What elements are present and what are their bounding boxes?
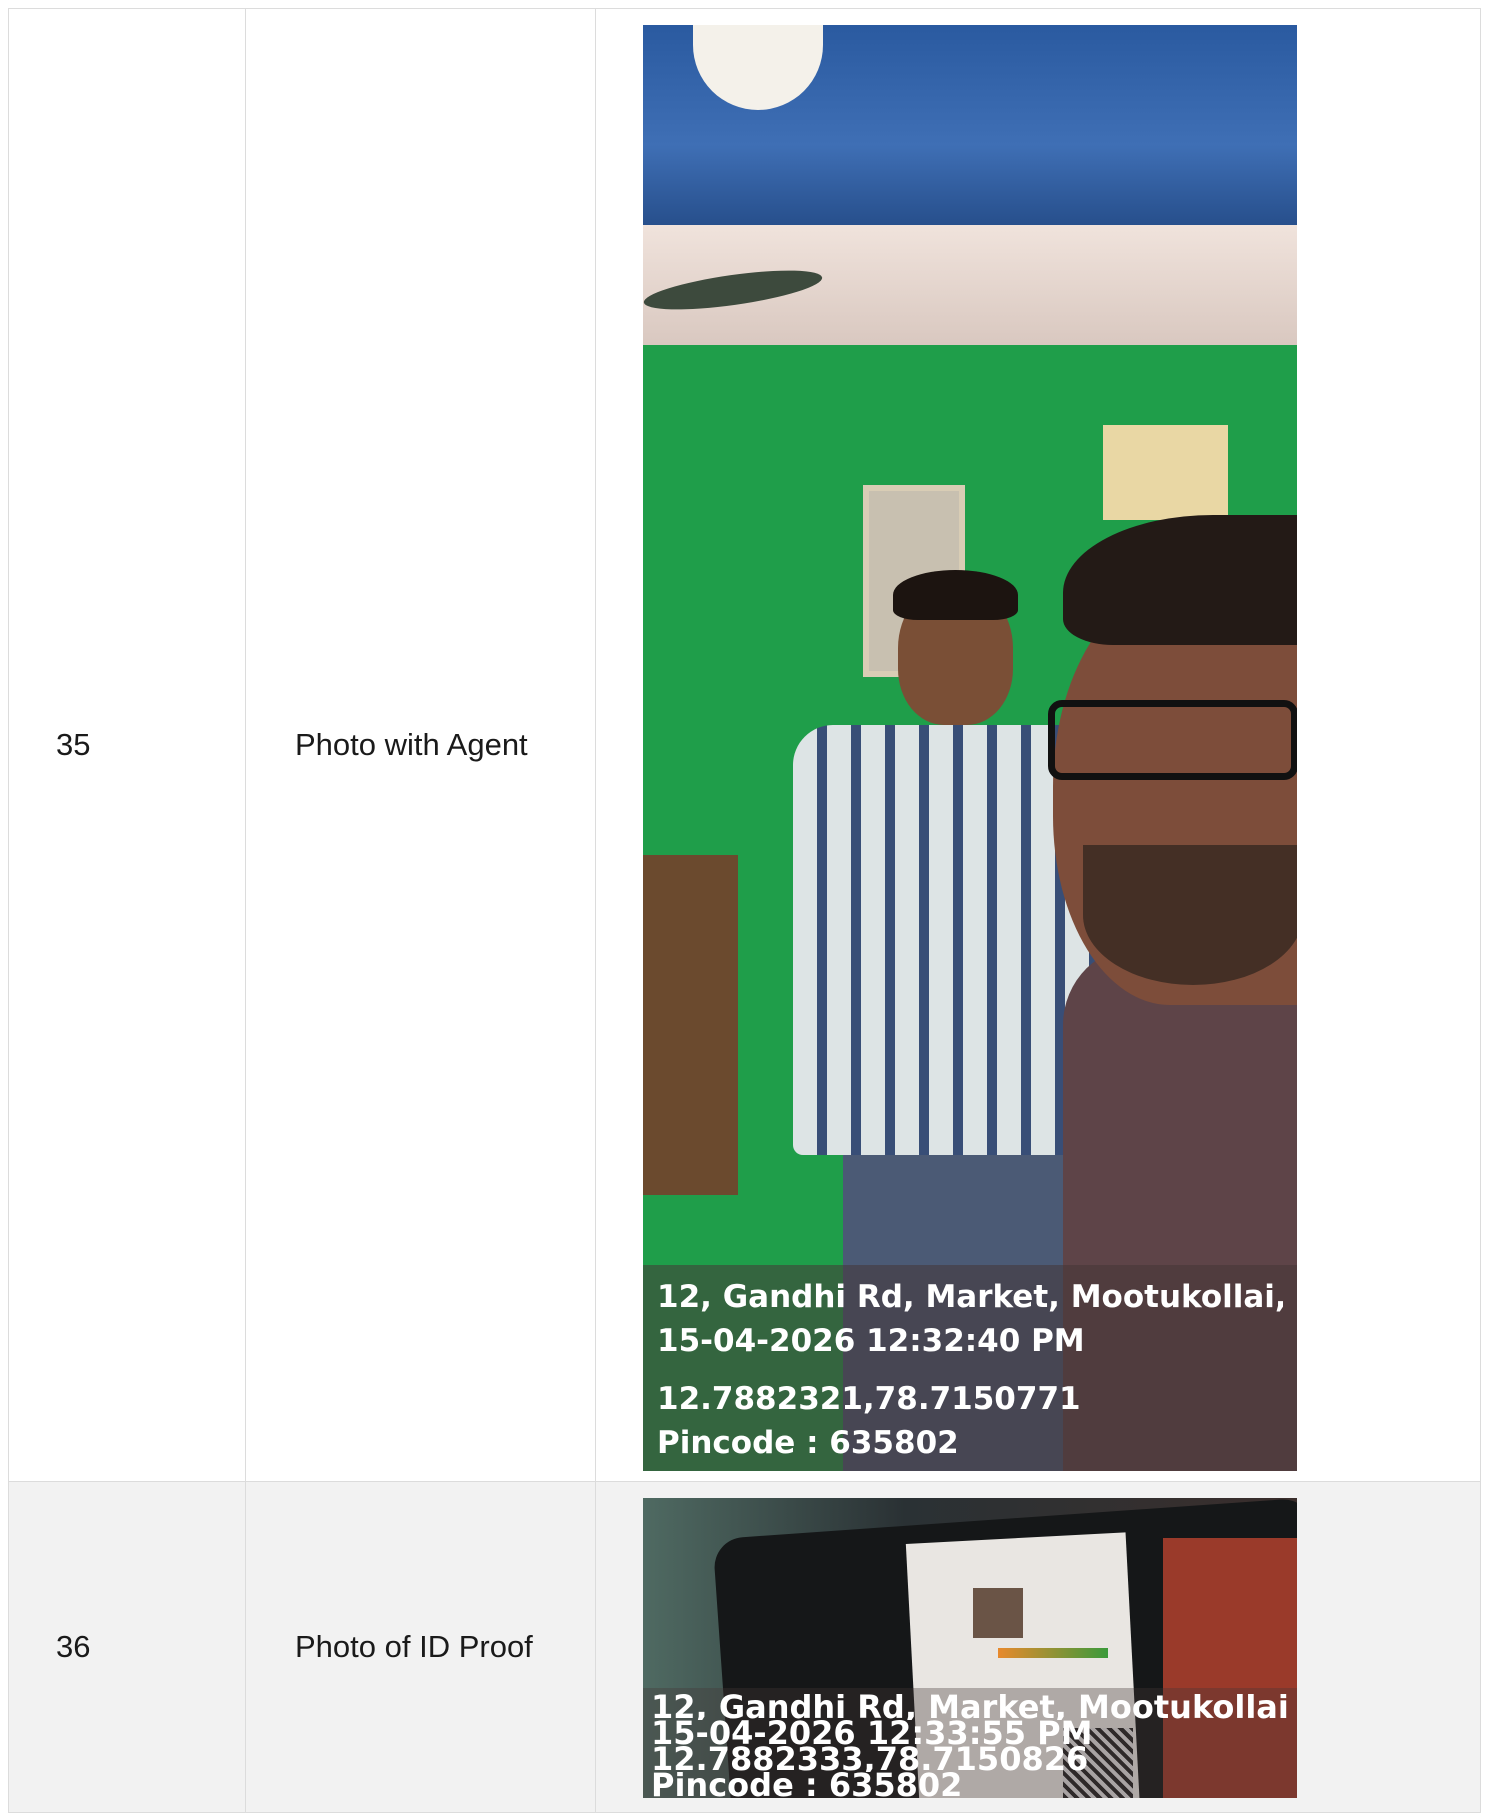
poster-shape	[1103, 425, 1228, 520]
row-label: Photo with Agent	[246, 9, 596, 1481]
geotag-address: 12, Gandhi Rd, Market, Mootukollai, Ambu…	[651, 1694, 1289, 1720]
beard-shape	[1083, 845, 1297, 985]
geotag-coordinates: 12.7882321,78.7150771	[657, 1381, 1081, 1417]
photo-geotag-overlay: 12, Gandhi Rd, Market, Mootukollai, Ambu…	[643, 1688, 1297, 1798]
geotag-pincode: Pincode : 635802	[657, 1425, 959, 1461]
row-number: 35	[9, 9, 246, 1481]
geotag-coordinates: 12.7882333,78.7150826	[651, 1746, 1089, 1772]
geotag-pincode: Pincode : 635802	[651, 1772, 963, 1798]
shelf-shape	[643, 855, 738, 1195]
standing-man-hair-shape	[893, 570, 1018, 620]
geotag-address: 12, Gandhi Rd, Market, Mootukollai, Ambu…	[657, 1279, 1283, 1315]
table-row: 35 Photo with Agent 12, Gandhi Rd, Marke…	[9, 9, 1481, 1482]
glasses-shape	[1048, 700, 1297, 780]
row-label: Photo of ID Proof	[246, 1482, 596, 1812]
geotag-datetime: 15-04-2026 12:33:55 PM	[651, 1720, 1093, 1746]
id-card-stripe-shape	[998, 1648, 1108, 1658]
id-proof-photo[interactable]: 12, Gandhi Rd, Market, Mootukollai, Ambu…	[643, 1498, 1297, 1798]
photo-cell: 12, Gandhi Rd, Market, Mootukollai, Ambu…	[596, 9, 1481, 1481]
agent-photo[interactable]: 12, Gandhi Rd, Market, Mootukollai, Ambu…	[643, 25, 1297, 1471]
geotag-datetime: 15-04-2026 12:32:40 PM	[657, 1323, 1085, 1359]
photo-geotag-overlay: 12, Gandhi Rd, Market, Mootukollai, Ambu…	[643, 1265, 1297, 1471]
attachments-table: 35 Photo with Agent 12, Gandhi Rd, Marke…	[8, 8, 1481, 1813]
row-number: 36	[9, 1482, 246, 1812]
photo-cell: 12, Gandhi Rd, Market, Mootukollai, Ambu…	[596, 1482, 1481, 1812]
table-row: 36 Photo of ID Proof 12, Gandhi Rd, Mark…	[9, 1482, 1481, 1813]
id-card-photo-shape	[973, 1588, 1023, 1638]
selfie-man-hair-shape	[1063, 515, 1297, 645]
